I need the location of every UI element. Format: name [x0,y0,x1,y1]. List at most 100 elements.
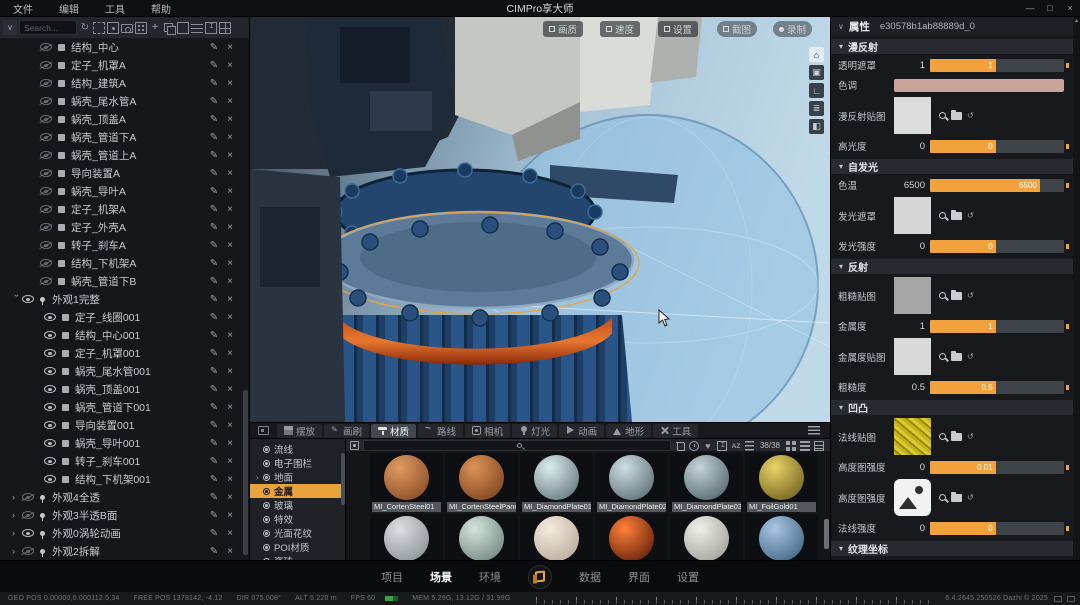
edit-icon[interactable]: ✎ [210,546,218,557]
cube-icon[interactable]: ▣ [809,65,824,80]
delete-icon[interactable]: × [227,240,233,251]
visibility-eye-icon[interactable] [40,169,52,177]
delete-icon[interactable]: × [227,60,233,71]
marquee-select-icon[interactable] [93,21,105,34]
visibility-eye-icon[interactable] [22,295,34,303]
tree-row[interactable]: › 结构_中心001 ✎ × [0,326,249,344]
tree-row[interactable]: › 转子_刹车A ✎ × [0,236,249,254]
add-camera-icon[interactable] [121,23,133,33]
reset-icon[interactable]: ↺ [967,352,974,361]
section-bump[interactable]: ▾ 凹凸 [831,400,1073,415]
folder-icon[interactable] [951,209,962,220]
browser-scrollbar[interactable] [824,519,829,549]
edit-icon[interactable]: ✎ [210,438,218,449]
delete-icon[interactable]: × [227,168,233,179]
roughness-slider[interactable]: 0.5 [930,380,1064,394]
browse-map-icon[interactable] [939,292,946,299]
material-tile[interactable]: MI_DiamondPlate02 [595,453,668,512]
folder-icon[interactable] [951,289,962,300]
visibility-eye-icon[interactable] [40,115,52,123]
expand-arrow-icon[interactable]: › [12,510,22,520]
tree-row[interactable]: › 蜗壳_尾水管001 ✎ × [0,362,249,380]
visibility-eye-icon[interactable] [40,133,52,141]
browse-map-icon[interactable] [939,212,946,219]
delete-icon[interactable]: × [227,276,233,287]
sort-icon[interactable] [744,440,754,451]
visibility-eye-icon[interactable] [44,367,56,375]
history-icon[interactable] [688,440,699,451]
viewport-overlay-button[interactable]: 画质 [543,21,584,37]
visibility-eye-icon[interactable] [44,439,56,447]
mode-tab[interactable]: 动画 [559,423,605,438]
tree-row[interactable]: › 外观3半透B面 ✎ × [0,506,249,524]
menu-item[interactable]: 编辑 [46,1,92,16]
mode-tab[interactable]: 摆放 [277,423,323,438]
edit-icon[interactable]: ✎ [210,366,218,377]
menu-item[interactable]: 工具 [92,1,138,16]
edit-icon[interactable]: ✎ [210,258,218,269]
glow-mask-thumbnail[interactable] [894,197,931,234]
maximize-button[interactable]: □ [1040,3,1060,13]
material-tile[interactable] [670,514,743,560]
tree-row[interactable]: › 定子_机罩A ✎ × [0,56,249,74]
delete-icon[interactable]: × [227,258,233,269]
edit-icon[interactable]: ✎ [210,384,218,395]
material-search-input[interactable] [363,440,671,451]
export-icon[interactable] [205,21,217,34]
viewport-overlay-button[interactable]: 设置 [658,21,699,37]
opacity-mask-slider[interactable]: 1 [930,58,1064,72]
tree-row[interactable]: › 外观4全透 ✎ × [0,488,249,506]
delete-icon[interactable]: × [227,438,233,449]
delete-icon[interactable]: × [227,456,233,467]
tree-row[interactable]: › 蜗壳_导叶A ✎ × [0,182,249,200]
delete-icon[interactable]: × [227,330,233,341]
height-map-placeholder[interactable] [894,479,931,516]
tree-row[interactable]: › 定子_机罩001 ✎ × [0,344,249,362]
material-tile[interactable] [745,514,818,560]
frame-icon[interactable] [177,21,189,34]
reset-icon[interactable]: ↺ [967,493,974,502]
tree-row[interactable]: › 定子_外壳A ✎ × [0,218,249,236]
material-tile[interactable] [595,514,668,560]
diffuse-map-thumbnail[interactable] [894,97,931,134]
tree-row[interactable]: › 蜗壳_管道上A ✎ × [0,146,249,164]
minimize-button[interactable]: — [1020,3,1040,13]
delete-icon[interactable]: × [227,492,233,503]
edit-icon[interactable]: ✎ [210,168,218,179]
material-tile[interactable]: MI_CortenSteel01 [370,453,443,512]
visibility-eye-icon[interactable] [40,223,52,231]
folder-icon[interactable] [951,350,962,361]
visibility-eye-icon[interactable] [40,187,52,195]
edit-icon[interactable]: ✎ [210,150,218,161]
edit-icon[interactable]: ✎ [210,348,218,359]
edit-icon[interactable]: ✎ [210,204,218,215]
visibility-eye-icon[interactable] [40,277,52,285]
nav-item[interactable]: 界面 [628,569,650,585]
tree-row[interactable]: › 结构_建筑A ✎ × [0,74,249,92]
rough-map-thumbnail[interactable] [894,277,931,314]
mode-tab[interactable]: 工具 [653,423,699,438]
edit-icon[interactable]: ✎ [210,312,218,323]
tree-row[interactable]: › 定子_线圈001 ✎ × [0,308,249,326]
tree-scrollbar[interactable] [243,390,248,555]
record-video-icon[interactable] [135,21,147,34]
tree-row[interactable]: › 蜗壳_顶盖A ✎ × [0,110,249,128]
edit-icon[interactable]: ✎ [210,42,218,53]
reset-icon[interactable]: ↺ [967,111,974,120]
tree-row[interactable]: › 结构_中心 ✎ × [0,38,249,56]
scroll-up-icon[interactable]: ▴ [1073,17,1080,26]
visibility-eye-icon[interactable] [44,421,56,429]
tree-row[interactable]: › 外观1完整 ✎ × [0,290,249,308]
mode-tab[interactable]: 画刷 [324,423,370,438]
visibility-eye-icon[interactable] [44,475,56,483]
material-tile[interactable]: MI_DiamondPlate01 [520,453,593,512]
visibility-eye-icon[interactable] [40,43,52,51]
nav-item[interactable]: 环境 [479,569,501,585]
visibility-eye-icon[interactable] [44,349,56,357]
delete-icon[interactable]: × [227,42,233,53]
reset-icon[interactable]: ↺ [967,211,974,220]
material-tile[interactable] [520,514,593,560]
tree-row[interactable]: › 结构_下机架001 ✎ × [0,470,249,488]
tree-row[interactable]: › 外观0涡轮动画 ✎ × [0,524,249,542]
delete-icon[interactable]: × [227,204,233,215]
